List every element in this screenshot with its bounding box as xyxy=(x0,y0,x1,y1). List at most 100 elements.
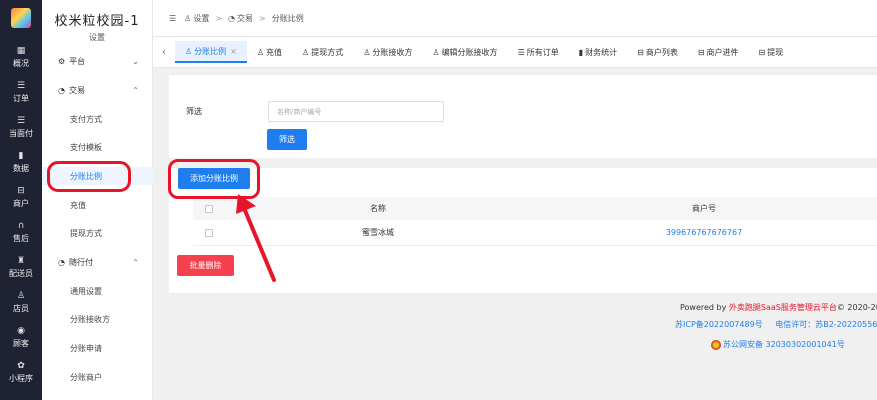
menu-item-split-apply[interactable]: 分账申请 xyxy=(42,339,153,357)
rail-item-customers[interactable]: ◉ 顾客 xyxy=(0,320,42,355)
tab-split-ratio[interactable]: ♙ 分账比例 × xyxy=(175,41,247,63)
rail-item-overview[interactable]: ▦ 概况 xyxy=(0,40,42,75)
chevron-down-icon: ⌄ xyxy=(132,56,139,66)
police-record: 苏公网安备 32030302001041号 xyxy=(723,340,845,349)
select-all-checkbox[interactable] xyxy=(193,204,225,213)
app-logo xyxy=(11,8,31,28)
footer-powered-by: Powered by 外卖跑腿SaaS服务管理云平台© 2020-20 xyxy=(680,302,877,313)
table-row: 蜜雪冰城 399676767676767 xyxy=(193,220,877,246)
settings-menu: 校米粒校园-1 设置 ⚙ 平台 ⌄ ◔ 交易 ⌃ 支付方式 支付模板 分账比例 … xyxy=(42,0,153,400)
row-checkbox[interactable] xyxy=(193,228,225,237)
rail-item-label: 数据 xyxy=(13,164,29,173)
rail-item-after-sales[interactable]: ∩ 售后 xyxy=(0,215,42,250)
rail-item-merchants[interactable]: ⊟ 商户 xyxy=(0,180,42,215)
breadcrumb-trade[interactable]: 交易 xyxy=(237,13,253,24)
icp-link[interactable]: 苏ICP备2022007489号 xyxy=(675,320,763,329)
tab-label: 分账接收方 xyxy=(372,47,413,57)
menu-item-split-receiver[interactable]: 分账接收方 xyxy=(42,310,153,328)
tab-withdrawal[interactable]: ⊟ 提现 xyxy=(749,41,794,63)
filter-label: 筛选 xyxy=(186,107,202,116)
menu-group-platform[interactable]: ⚙ 平台 ⌄ xyxy=(42,52,153,70)
tab-withdraw[interactable]: ♙ 提现方式 xyxy=(292,41,353,63)
powered-suffix: © 2020-20 xyxy=(836,303,877,312)
batch-delete-button[interactable]: 批量删除 xyxy=(177,255,234,276)
chevron-up-icon: ⌃ xyxy=(132,85,139,95)
rail-item-label: 订单 xyxy=(13,94,29,103)
breadcrumb-separator: > xyxy=(259,13,266,23)
tab-label: 充值 xyxy=(266,47,283,57)
powered-brand: 外卖跑腿SaaS服务管理云平台 xyxy=(728,303,837,312)
customer-icon: ◉ xyxy=(17,326,25,336)
section-divider xyxy=(169,158,877,168)
footer-police[interactable]: 苏公网安备 32030302001041号 xyxy=(711,339,845,350)
powered-prefix: Powered by xyxy=(680,303,729,312)
tab-label: 编辑分账接收方 xyxy=(441,47,498,57)
rail-item-label: 概况 xyxy=(13,59,29,68)
tab-all-orders[interactable]: ☰ 所有订单 xyxy=(508,41,569,63)
tab-recharge[interactable]: ♙ 充值 xyxy=(247,41,292,63)
rail-item-riders[interactable]: ♜ 配送员 xyxy=(0,250,42,285)
rail-item-data[interactable]: ▮ 数据 xyxy=(0,145,42,180)
menu-group-label: 随行付 xyxy=(68,257,93,267)
user-icon: ♙ xyxy=(184,13,192,23)
tab-label: 分账比例 xyxy=(194,46,227,56)
close-icon[interactable]: × xyxy=(230,47,237,56)
menu-group-trade[interactable]: ◔ 交易 ⌃ xyxy=(42,81,153,99)
menu-item-general[interactable]: 通用设置 xyxy=(42,282,153,300)
bar-chart-icon: ▮ xyxy=(578,47,584,57)
chevron-left-icon[interactable]: ‹ xyxy=(153,47,175,58)
telecom-license[interactable]: 电信许可：苏B2-20220556 xyxy=(775,320,877,329)
menu-item-split-merchant[interactable]: 分账商户 xyxy=(42,368,153,386)
user-icon: ♙ xyxy=(432,47,440,57)
tab-label: 商户进件 xyxy=(706,47,739,57)
menu-item-withdraw[interactable]: 提现方式 xyxy=(42,224,153,242)
store-name: 校米粒校园-1 xyxy=(54,14,140,29)
rail-item-label: 售后 xyxy=(13,234,29,243)
gear-icon: ⚙ xyxy=(58,56,66,66)
user-icon: ♙ xyxy=(16,291,26,301)
rail-item-face-pay[interactable]: ☰ 当面付 xyxy=(0,110,42,145)
rail-item-staff[interactable]: ♙ 店员 xyxy=(0,285,42,320)
menu-item-recharge[interactable]: 充值 xyxy=(42,196,153,214)
list-icon: ☰ xyxy=(16,116,26,126)
menu-group-label: 交易 xyxy=(68,85,85,95)
column-header-merchant-no: 商户号 xyxy=(692,204,716,213)
rail-item-orders[interactable]: ☰ 订单 xyxy=(0,75,42,110)
menu-item-pay-template[interactable]: 支付模板 xyxy=(42,138,153,156)
trade-icon: ◔ xyxy=(58,85,65,95)
tab-label: 商户列表 xyxy=(645,47,678,57)
rail-item-label: 顾客 xyxy=(13,339,29,348)
pay-icon: ◔ xyxy=(58,257,65,267)
user-icon: ♙ xyxy=(185,46,193,56)
breadcrumb-settings[interactable]: 设置 xyxy=(193,13,209,24)
tab-finance-stats[interactable]: ▮ 财务统计 xyxy=(569,41,627,63)
filter-button[interactable]: 筛选 xyxy=(267,129,307,150)
rail-item-label: 小程序 xyxy=(9,374,33,383)
collapse-menu-icon[interactable]: ☰ xyxy=(169,14,176,23)
user-icon: ♙ xyxy=(302,47,310,57)
rider-icon: ♜ xyxy=(16,256,26,266)
annotation-arrow xyxy=(236,194,276,282)
tab-split-receiver[interactable]: ♙ 分账接收方 xyxy=(353,41,422,63)
tab-merchant-list[interactable]: ⊟ 商户列表 xyxy=(627,41,688,63)
tab-label: 提现方式 xyxy=(311,47,344,57)
breadcrumb-current: 分账比例 xyxy=(271,13,304,23)
search-input[interactable]: 名称/商户编号 xyxy=(268,101,444,122)
breadcrumb-separator: > xyxy=(215,13,223,23)
app-window: ▦ 概况 ☰ 订单 ☰ 当面付 ▮ 数据 ⊟ 商户 ∩ 售后 ♜ 配送员 ♙ 店 xyxy=(0,0,877,400)
menu-group-suixingfu[interactable]: ◔ 随行付 ⌃ xyxy=(42,253,153,271)
bar-chart-icon: ▮ xyxy=(18,151,24,161)
rail-item-label: 商户 xyxy=(13,199,29,208)
headset-icon: ∩ xyxy=(17,221,25,231)
tab-merchant-onboarding[interactable]: ⊟ 商户进件 xyxy=(688,41,749,63)
user-icon: ♙ xyxy=(256,47,265,57)
tab-edit-split-receiver[interactable]: ♙ 编辑分账接收方 xyxy=(422,41,507,63)
mini-program-icon: ✿ xyxy=(17,361,25,371)
rail-item-label: 配送员 xyxy=(9,269,33,278)
cell-merchant-no[interactable]: 399676767676767 xyxy=(531,228,877,237)
police-badge-icon xyxy=(711,339,721,350)
trade-icon: ◔ xyxy=(228,13,236,23)
menu-item-pay-method[interactable]: 支付方式 xyxy=(42,110,153,128)
rail-item-mini-program[interactable]: ✿ 小程序 xyxy=(0,355,42,390)
table-header: 名称 商户号 xyxy=(193,197,877,220)
